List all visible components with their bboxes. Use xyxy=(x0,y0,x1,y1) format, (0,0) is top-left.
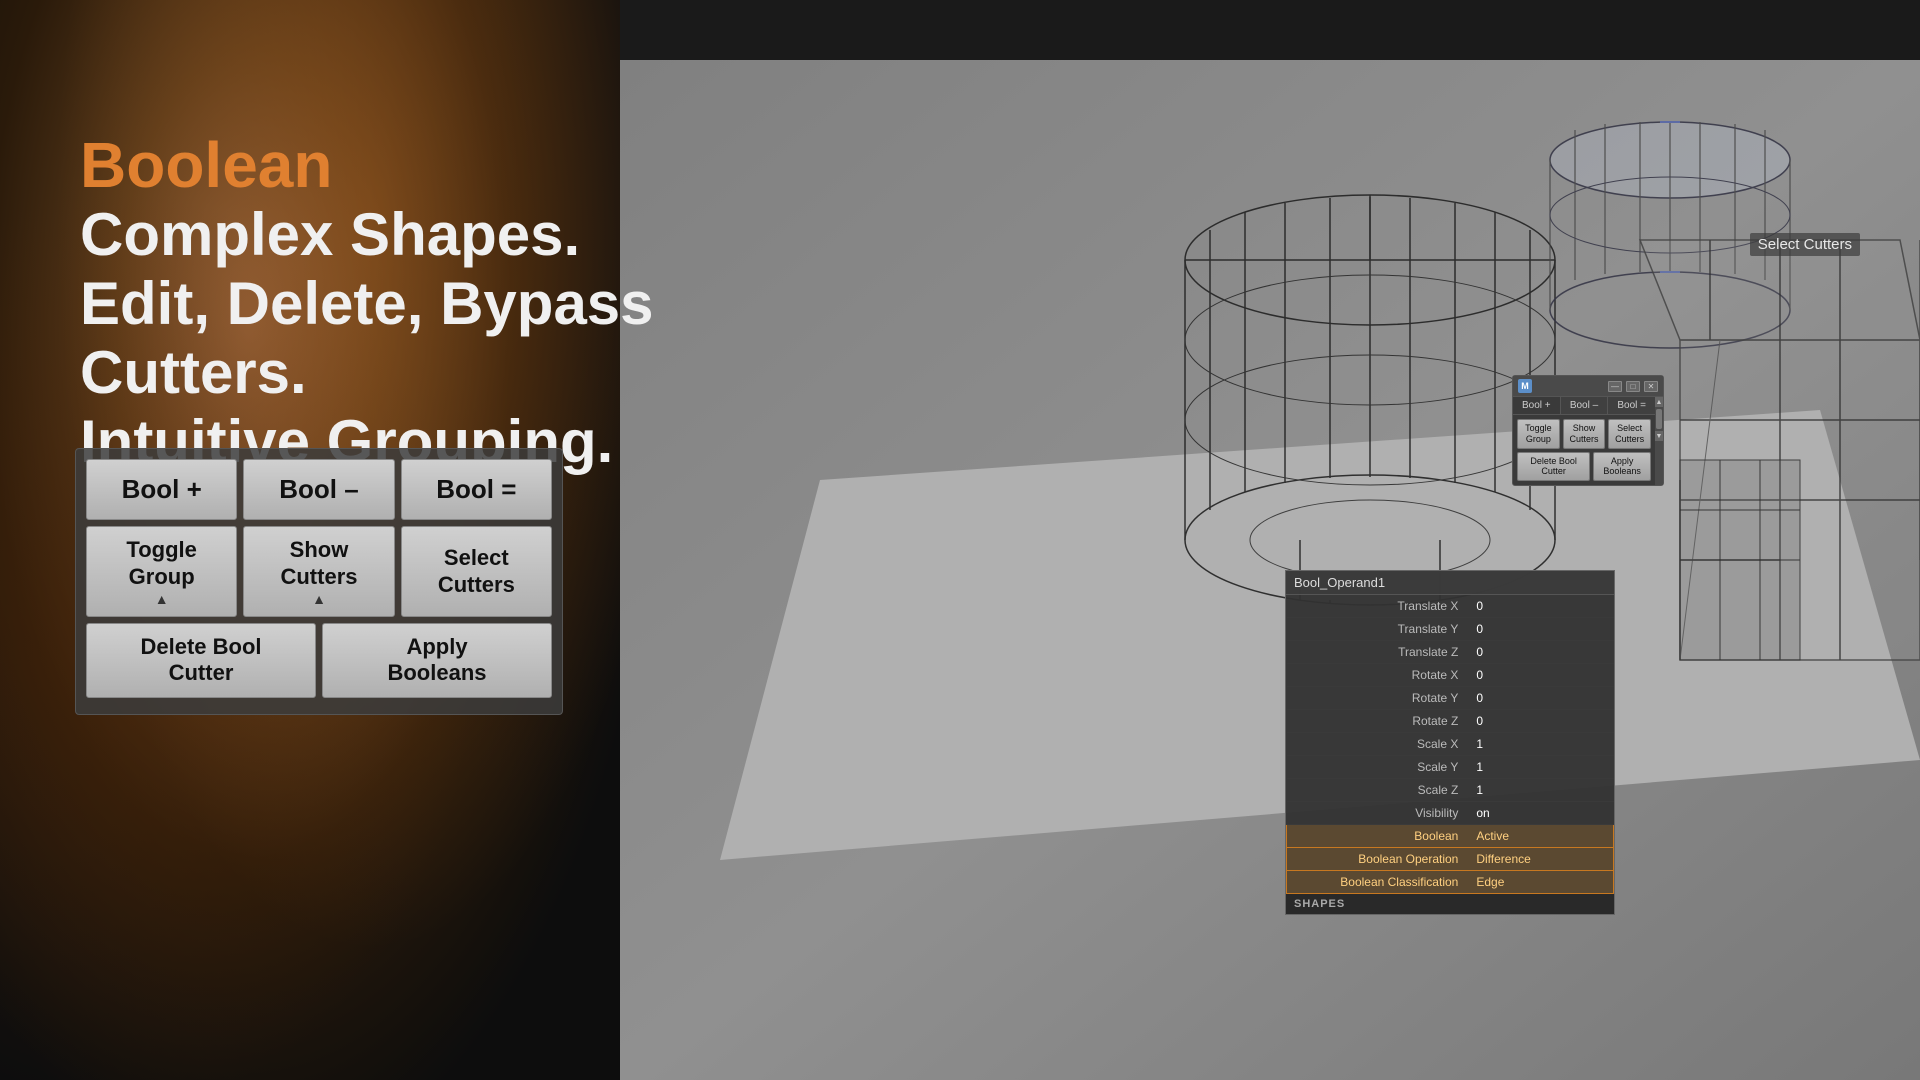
minimize-button[interactable]: — xyxy=(1608,381,1622,392)
property-row: Rotate Z0 xyxy=(1287,710,1614,733)
property-value: 1 xyxy=(1466,756,1613,779)
close-button[interactable]: ✕ xyxy=(1644,381,1658,392)
property-row: Boolean OperationDifference xyxy=(1287,848,1614,871)
viewport-svg xyxy=(620,60,1920,1080)
tab-bool-plus[interactable]: Bool + xyxy=(1513,397,1561,414)
property-row: BooleanActive xyxy=(1287,825,1614,848)
m-window-titlebar: M — □ ✕ xyxy=(1513,376,1663,397)
m-show-cutters-button[interactable]: ShowCutters xyxy=(1563,419,1606,449)
property-label: Rotate X xyxy=(1287,664,1467,687)
property-value: 0 xyxy=(1466,687,1613,710)
property-label: Rotate Y xyxy=(1287,687,1467,710)
bool-minus-button[interactable]: Bool – xyxy=(243,459,394,520)
property-row: Scale X1 xyxy=(1287,733,1614,756)
subtitle-line1: Complex Shapes. xyxy=(80,200,654,269)
scroll-thumb[interactable] xyxy=(1656,409,1662,429)
properties-panel: Bool_Operand1 Translate X0Translate Y0Tr… xyxy=(1285,570,1615,915)
property-row: Scale Z1 xyxy=(1287,779,1614,802)
tab-bool-minus[interactable]: Bool – xyxy=(1561,397,1609,414)
property-row: Translate X0 xyxy=(1287,595,1614,618)
property-value: 0 xyxy=(1466,641,1613,664)
property-row: Boolean ClassificationEdge xyxy=(1287,871,1614,894)
property-row: Translate Y0 xyxy=(1287,618,1614,641)
property-label: Scale Z xyxy=(1287,779,1467,802)
property-label: Boolean Operation xyxy=(1287,848,1467,871)
property-label: Boolean Classification xyxy=(1287,871,1467,894)
property-row: Rotate X0 xyxy=(1287,664,1614,687)
delete-bool-cutter-button[interactable]: Delete BoolCutter xyxy=(86,623,316,698)
m-window-content: Bool + Bool – Bool = ToggleGroup ShowCut… xyxy=(1513,397,1655,485)
title-area: Boolean Complex Shapes. Edit, Delete, By… xyxy=(80,130,654,476)
property-value: Difference xyxy=(1466,848,1613,871)
m-btn-row-2: Delete BoolCutter ApplyBooleans xyxy=(1517,452,1651,482)
property-label: Scale X xyxy=(1287,733,1467,756)
m-window-icon: M xyxy=(1518,379,1532,393)
property-label: Translate Z xyxy=(1287,641,1467,664)
button-row-3: Delete BoolCutter ApplyBooleans xyxy=(86,623,552,698)
property-label: Translate X xyxy=(1287,595,1467,618)
property-value: 0 xyxy=(1466,618,1613,641)
m-btn-row-1: ToggleGroup ShowCutters SelectCutters xyxy=(1517,419,1651,449)
scroll-up-arrow[interactable]: ▲ xyxy=(1655,397,1663,407)
m-select-cutters-button[interactable]: SelectCutters xyxy=(1608,419,1651,449)
property-label: Visibility xyxy=(1287,802,1467,825)
property-value: Active xyxy=(1466,825,1613,848)
subtitle-line3: Cutters. xyxy=(80,338,654,407)
title-boolean: Boolean xyxy=(80,130,654,200)
property-value: 0 xyxy=(1466,664,1613,687)
m-apply-booleans-button[interactable]: ApplyBooleans xyxy=(1593,452,1651,482)
property-value: 0 xyxy=(1466,710,1613,733)
property-row: Rotate Y0 xyxy=(1287,687,1614,710)
m-window: M — □ ✕ Bool + Bool – Bool = ToggleGroup… xyxy=(1512,375,1664,486)
toggle-group-button[interactable]: ToggleGroup▲ xyxy=(86,526,237,617)
property-label: Rotate Z xyxy=(1287,710,1467,733)
button-row-1: Bool + Bool – Bool = xyxy=(86,459,552,520)
m-window-inner: Bool + Bool – Bool = ToggleGroup ShowCut… xyxy=(1513,397,1663,485)
button-panel: Bool + Bool – Bool = ToggleGroup▲ ShowCu… xyxy=(75,448,563,715)
scroll-down-arrow[interactable]: ▼ xyxy=(1655,431,1663,441)
property-row: Translate Z0 xyxy=(1287,641,1614,664)
m-window-tabs: Bool + Bool – Bool = xyxy=(1513,397,1655,415)
property-label: Scale Y xyxy=(1287,756,1467,779)
m-window-controls: — □ ✕ xyxy=(1608,381,1658,392)
property-label: Translate Y xyxy=(1287,618,1467,641)
button-row-2: ToggleGroup▲ ShowCutters▲ SelectCutters xyxy=(86,526,552,617)
property-row: Scale Y1 xyxy=(1287,756,1614,779)
restore-button[interactable]: □ xyxy=(1626,381,1640,392)
properties-footer: SHAPES xyxy=(1286,894,1614,914)
bool-equals-button[interactable]: Bool = xyxy=(401,459,552,520)
property-label: Boolean xyxy=(1287,825,1467,848)
m-window-buttons: ToggleGroup ShowCutters SelectCutters De… xyxy=(1513,415,1655,485)
viewport-select-cutters-label: Select Cutters xyxy=(1750,233,1860,256)
properties-table: Translate X0Translate Y0Translate Z0Rota… xyxy=(1286,595,1614,894)
bool-plus-button[interactable]: Bool + xyxy=(86,459,237,520)
m-delete-bool-button[interactable]: Delete BoolCutter xyxy=(1517,452,1590,482)
property-row: Visibilityon xyxy=(1287,802,1614,825)
viewport: M — □ ✕ Bool + Bool – Bool = ToggleGroup… xyxy=(620,60,1920,1080)
select-cutters-button[interactable]: SelectCutters xyxy=(401,526,552,617)
apply-booleans-button[interactable]: ApplyBooleans xyxy=(322,623,552,698)
property-value: Edge xyxy=(1466,871,1613,894)
properties-title: Bool_Operand1 xyxy=(1286,571,1614,595)
property-value: on xyxy=(1466,802,1613,825)
subtitle-line2: Edit, Delete, Bypass xyxy=(80,269,654,338)
show-cutters-button[interactable]: ShowCutters▲ xyxy=(243,526,394,617)
property-value: 1 xyxy=(1466,779,1613,802)
m-toggle-group-button[interactable]: ToggleGroup xyxy=(1517,419,1560,449)
tab-bool-equals[interactable]: Bool = xyxy=(1608,397,1655,414)
property-value: 1 xyxy=(1466,733,1613,756)
property-value: 0 xyxy=(1466,595,1613,618)
title-subtitle: Complex Shapes. Edit, Delete, Bypass Cut… xyxy=(80,200,654,476)
m-scrollbar[interactable]: ▲ ▼ xyxy=(1655,397,1663,485)
